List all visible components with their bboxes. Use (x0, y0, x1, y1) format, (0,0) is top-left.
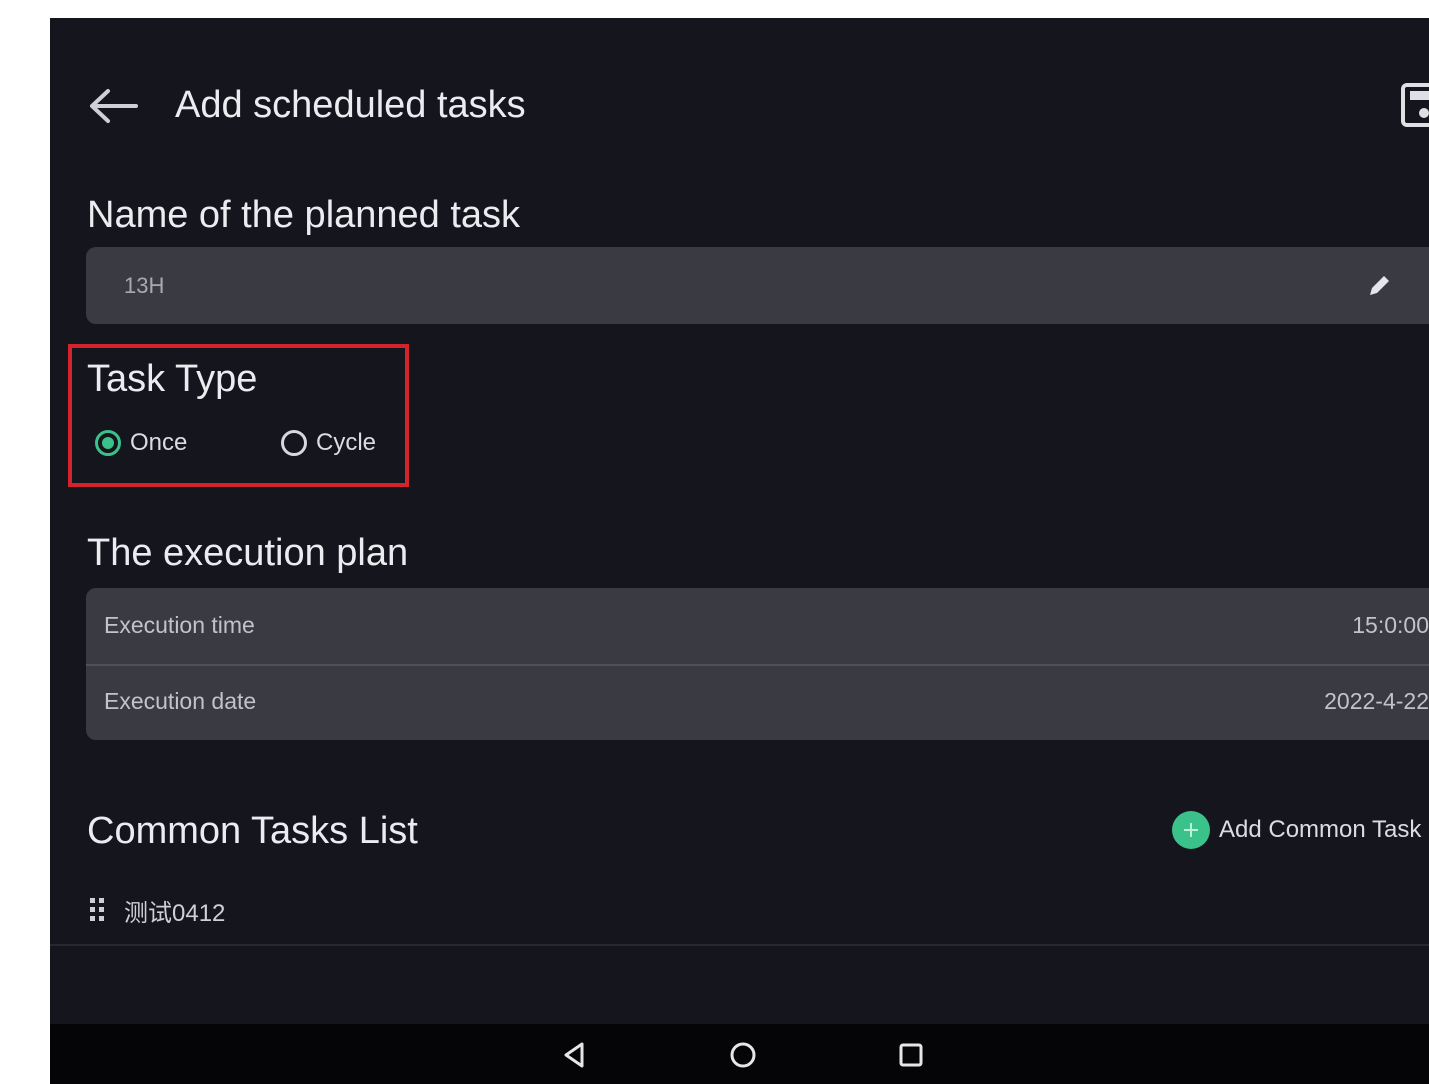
task-name-value: 13H (124, 273, 165, 298)
app-screen: Add scheduled tasks Name of the planned … (50, 18, 1429, 1084)
execution-date-label: Execution date (104, 688, 257, 714)
radio-cycle-label: Cycle (316, 429, 377, 456)
task-name-field[interactable]: 13H (86, 247, 1429, 324)
common-task-label: 测试0412 (124, 899, 226, 927)
execution-time-value: 15:0:00 (1352, 612, 1429, 638)
circle-home-icon[interactable] (728, 1040, 758, 1070)
system-nav-bar (50, 1024, 1429, 1084)
arrow-left-icon[interactable] (86, 86, 140, 126)
plus-circle-icon (1172, 811, 1210, 849)
execution-date-value: 2022-4-22 (1324, 688, 1429, 714)
divider (50, 944, 1429, 946)
triangle-back-icon[interactable] (560, 1040, 590, 1070)
radio-checked-icon (95, 430, 121, 456)
save-icon[interactable] (1400, 82, 1429, 128)
radio-once[interactable]: Once (95, 423, 187, 463)
square-recents-icon[interactable] (896, 1040, 926, 1070)
execution-time-label: Execution time (104, 612, 255, 638)
drag-handle-icon[interactable] (90, 898, 108, 922)
task-name-label: Name of the planned task (87, 194, 521, 236)
radio-cycle[interactable]: Cycle (281, 423, 376, 463)
execution-date-row[interactable]: Execution date 2022-4-22 (86, 664, 1429, 740)
page-title: Add scheduled tasks (175, 84, 526, 126)
list-item[interactable]: 测试0412 (90, 890, 225, 930)
execution-time-row[interactable]: Execution time 15:0:00 (86, 588, 1429, 666)
pencil-icon[interactable] (1364, 271, 1394, 301)
add-common-task-label: Add Common Task (1219, 816, 1422, 843)
common-tasks-label: Common Tasks List (87, 810, 418, 852)
execution-plan-card: Execution time 15:0:00 Execution date 20… (86, 588, 1429, 740)
radio-unchecked-icon (281, 430, 307, 456)
radio-once-label: Once (130, 429, 188, 456)
add-common-task-button[interactable]: Add Common Task (1172, 810, 1421, 850)
execution-plan-label: The execution plan (87, 532, 409, 574)
task-type-label: Task Type (87, 358, 258, 400)
